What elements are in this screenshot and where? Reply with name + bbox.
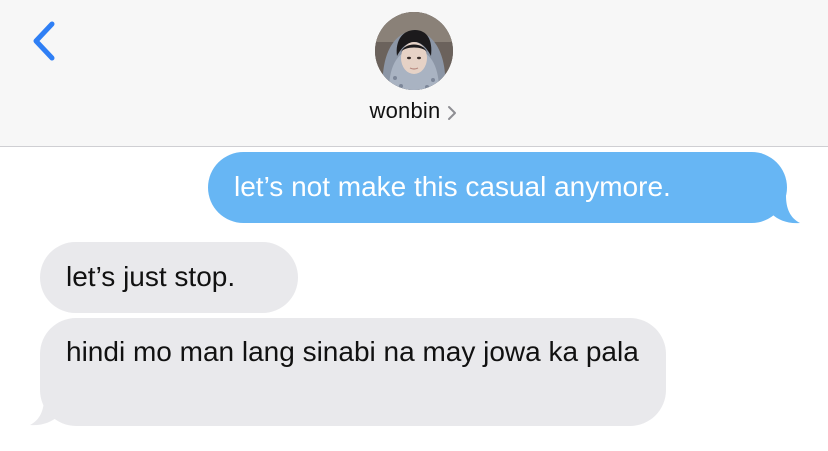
chevron-right-icon: [448, 105, 457, 120]
messages-screen: wonbin let’s not make this casual anymor…: [0, 0, 828, 451]
received-message-bubble[interactable]: hindi mo man lang sinabi na may jowa ka …: [40, 318, 666, 426]
message-text: hindi mo man lang sinabi na may jowa ka …: [66, 336, 639, 367]
contact-photo: [375, 12, 453, 90]
contact-name: wonbin: [369, 98, 441, 123]
message-text: let’s not make this casual anymore.: [234, 171, 671, 202]
bubble-tail: [30, 398, 60, 426]
contact-name-button[interactable]: wonbin: [0, 96, 828, 126]
received-message-bubble[interactable]: let’s just stop.: [40, 242, 298, 313]
back-button[interactable]: [28, 20, 68, 64]
chevron-left-icon: [33, 21, 55, 61]
sent-message-bubble[interactable]: let’s not make this casual anymore.: [208, 152, 787, 223]
conversation-header: wonbin: [0, 0, 828, 147]
bubble-tail: [770, 196, 800, 224]
avatar[interactable]: [375, 12, 453, 90]
message-text: let’s just stop.: [66, 261, 236, 292]
